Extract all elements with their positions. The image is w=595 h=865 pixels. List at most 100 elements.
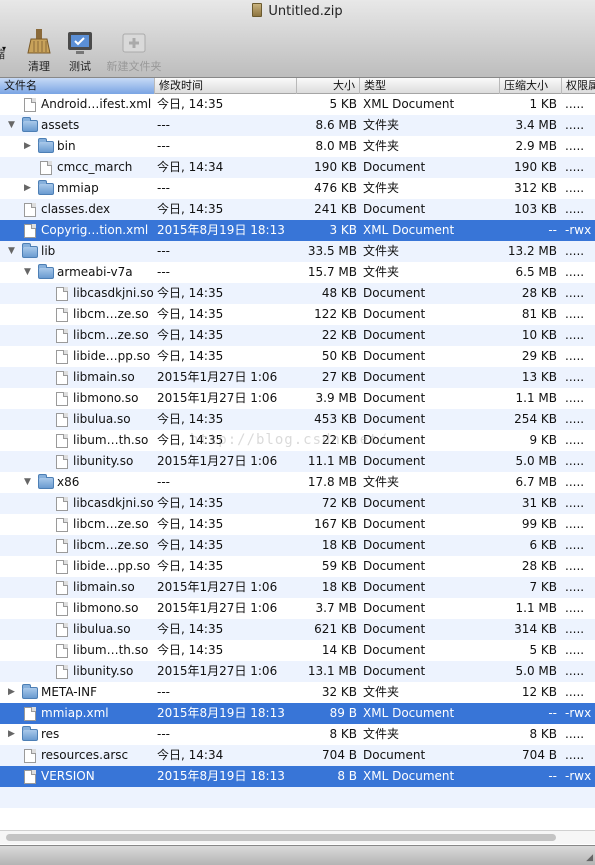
toolbar-clean-button[interactable]: 清理	[22, 28, 56, 74]
row-compressed-size: 1.1 MB	[515, 601, 557, 615]
folder-row[interactable]: ▶ res --- 8 KB 文件夹 8 KB.....	[0, 724, 595, 745]
horizontal-scrollbar[interactable]	[0, 830, 595, 844]
file-list[interactable]: Android…ifest.xml 今日, 14:35 5 KB XML Docume…	[0, 94, 595, 787]
folder-row[interactable]: ▼ x86 --- 17.8 MB 文件夹 6.7 MB.....	[0, 472, 595, 493]
file-row[interactable]: VERSION 2015年8月19日 18:13 8 B XML Document --…	[0, 766, 595, 787]
folder-row[interactable]: ▶ bin --- 8.0 MB 文件夹 2.9 MB.....	[0, 136, 595, 157]
file-row[interactable]: libcm…ze.so 今日, 14:35 167 KB Document 99 KB.…	[0, 514, 595, 535]
row-date: 今日, 14:35	[157, 496, 224, 510]
column-header-size[interactable]: 大小	[297, 78, 360, 94]
row-name-cell: libide…pp.so	[0, 556, 154, 577]
disclosure-closed-icon[interactable]: ▶	[8, 724, 18, 745]
document-icon	[56, 413, 68, 427]
row-name: VERSION	[41, 769, 95, 783]
file-row[interactable]: resources.arsc 今日, 14:34 704 B Document 704 …	[0, 745, 595, 766]
row-type: Document	[363, 517, 426, 531]
row-date: ---	[157, 244, 170, 258]
toolbar-test-button[interactable]: 测试	[63, 28, 97, 74]
file-row[interactable]: libcm…ze.so 今日, 14:35 122 KB Document 81 KB.…	[0, 304, 595, 325]
file-row[interactable]: Copyrig…tion.xml 2015年8月19日 18:13 3 KB XML …	[0, 220, 595, 241]
file-row[interactable]: libide…pp.so 今日, 14:35 50 KB Document 29 KB.…	[0, 346, 595, 367]
row-date: 今日, 14:35	[157, 622, 224, 636]
row-permissions: .....	[565, 349, 585, 363]
row-permissions: .....	[565, 307, 585, 321]
file-row[interactable]: libum…th.so 今日, 14:35 22 KB Document 9 KB...…	[0, 430, 595, 451]
row-type: Document	[363, 370, 426, 384]
column-header-compressed[interactable]: 压缩大小	[500, 78, 562, 94]
file-row[interactable]: cmcc_march 今日, 14:34 190 KB Document 190 KB.…	[0, 157, 595, 178]
folder-row[interactable]: ▶ META-INF --- 32 KB 文件夹 12 KB.....	[0, 682, 595, 703]
row-size: 3 KB	[329, 223, 357, 237]
file-row[interactable]: libcm…ze.so 今日, 14:35 18 KB Document 6 KB...…	[0, 535, 595, 556]
file-row[interactable]: libunity.so 2015年1月27日 1:06 11.1 MB Documen…	[0, 451, 595, 472]
document-icon	[24, 98, 36, 112]
file-row[interactable]: libcasdkjni.so 今日, 14:35 48 KB Document 28 K…	[0, 283, 595, 304]
file-row[interactable]: libunity.so 2015年1月27日 1:06 13.1 MB Documen…	[0, 661, 595, 682]
column-header-permissions-text: 权限属	[566, 79, 595, 92]
row-type: 文件夹	[363, 727, 400, 741]
row-compressed-size: 99 KB	[521, 517, 557, 531]
file-row[interactable]: libulua.so 今日, 14:35 621 KB Document 314 KB.…	[0, 619, 595, 640]
column-header-type[interactable]: 类型	[360, 78, 500, 94]
file-row[interactable]: classes.dex 今日, 14:35 241 KB Document 103 KB…	[0, 199, 595, 220]
row-permissions: .....	[565, 160, 585, 174]
disclosure-open-icon[interactable]: ▼	[24, 472, 34, 493]
row-type: Document	[363, 433, 426, 447]
toolbar-cut-label[interactable]: 缩	[0, 46, 5, 62]
folder-row[interactable]: ▶ mmiap --- 476 KB 文件夹 312 KB.....	[0, 178, 595, 199]
row-date: ---	[157, 475, 170, 489]
file-row[interactable]: libide…pp.so 今日, 14:35 59 KB Document 28 KB.…	[0, 556, 595, 577]
folder-row[interactable]: ▼ armeabi-v7a --- 15.7 MB 文件夹 6.5 MB.....	[0, 262, 595, 283]
row-date: 今日, 14:35	[157, 433, 224, 447]
file-row[interactable]: libcm…ze.so 今日, 14:35 22 KB Document 10 KB..…	[0, 325, 595, 346]
file-row[interactable]: libmain.so 2015年1月27日 1:06 27 KB Document 13…	[0, 367, 595, 388]
folder-row[interactable]: ▼ lib --- 33.5 MB 文件夹 13.2 MB.....	[0, 241, 595, 262]
file-row[interactable]: Android…ifest.xml 今日, 14:35 5 KB XML Docume…	[0, 94, 595, 115]
disclosure-open-icon[interactable]: ▼	[8, 241, 18, 262]
row-type: Document	[363, 412, 426, 426]
row-permissions: .....	[565, 328, 585, 342]
column-header-name[interactable]: 文件名	[0, 78, 155, 94]
row-name: libunity.so	[73, 454, 134, 468]
file-row[interactable]: libmono.so 2015年1月27日 1:06 3.7 MB Document 1…	[0, 598, 595, 619]
disclosure-open-icon[interactable]: ▼	[8, 115, 18, 136]
row-name-cell: libum…th.so	[0, 640, 154, 661]
document-icon	[24, 203, 36, 217]
row-date: 今日, 14:35	[157, 328, 224, 342]
column-header-permissions[interactable]: 权限属	[562, 78, 595, 94]
row-size: 167 KB	[314, 517, 357, 531]
row-permissions: .....	[565, 433, 585, 447]
folder-icon	[38, 474, 54, 489]
row-type: Document	[363, 538, 426, 552]
row-name-cell: ▼ assets	[0, 115, 154, 136]
disclosure-closed-icon[interactable]: ▶	[8, 682, 18, 703]
row-size: 8.0 MB	[315, 139, 357, 153]
disclosure-open-icon[interactable]: ▼	[24, 262, 34, 283]
row-date: ---	[157, 265, 170, 279]
toolbar-new-folder-button[interactable]: 新建文件夹	[104, 28, 164, 74]
file-row[interactable]: libulua.so 今日, 14:35 453 KB Document 254 KB.…	[0, 409, 595, 430]
disclosure-closed-icon[interactable]: ▶	[24, 136, 34, 157]
disclosure-closed-icon[interactable]: ▶	[24, 178, 34, 199]
row-name: libmono.so	[73, 391, 139, 405]
row-date: 2015年1月27日 1:06	[157, 601, 278, 615]
document-icon	[56, 329, 68, 343]
folder-row[interactable]: ▼ assets --- 8.6 MB 文件夹 3.4 MB.....	[0, 115, 595, 136]
file-row[interactable]: libmain.so 2015年1月27日 1:06 18 KB Document 7 …	[0, 577, 595, 598]
file-row[interactable]: mmiap.xml 2015年8月19日 18:13 89 B XML Documen…	[0, 703, 595, 724]
row-name: res	[41, 727, 60, 741]
horizontal-scrollbar-thumb[interactable]	[6, 834, 556, 841]
row-permissions: .....	[565, 286, 585, 300]
row-compressed-size: 254 KB	[514, 412, 557, 426]
file-row[interactable]: libmono.so 2015年1月27日 1:06 3.9 MB Document 1…	[0, 388, 595, 409]
row-type: XML Document	[363, 97, 455, 111]
row-name-cell: libcm…ze.so	[0, 514, 154, 535]
row-name-cell: libunity.so	[0, 451, 154, 472]
column-header-date[interactable]: 修改时间	[155, 78, 297, 94]
resize-grip-icon[interactable]: ◢	[586, 853, 593, 863]
file-row[interactable]: libcasdkjni.so 今日, 14:35 72 KB Document 31 K…	[0, 493, 595, 514]
row-size: 18 KB	[321, 580, 357, 594]
row-compressed-size: 5 KB	[529, 643, 557, 657]
column-header-size-text: 大小	[333, 79, 355, 92]
file-row[interactable]: libum…th.so 今日, 14:35 14 KB Document 5 KB...…	[0, 640, 595, 661]
